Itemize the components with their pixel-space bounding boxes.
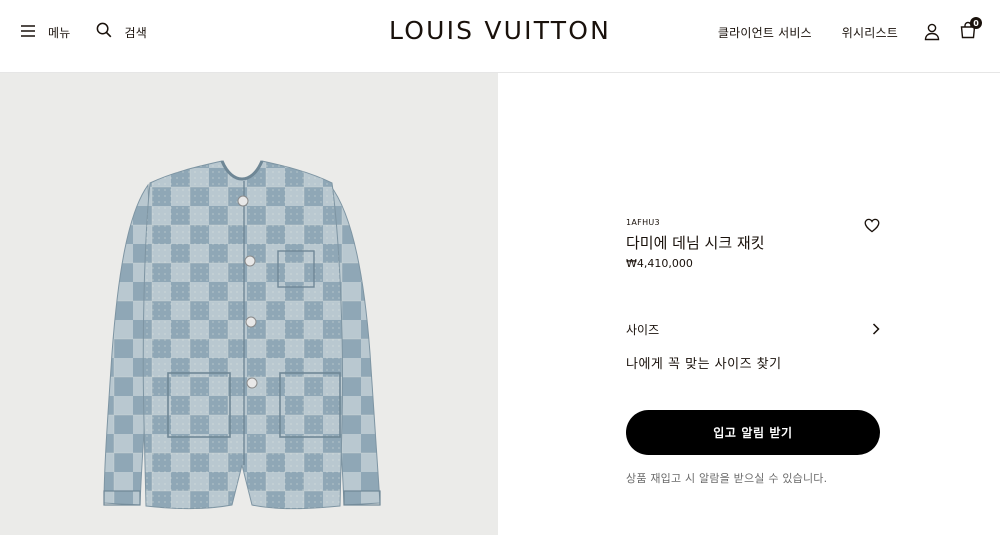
chevron-right-icon (872, 320, 880, 339)
heart-icon[interactable] (864, 218, 880, 237)
wishlist-link[interactable]: 위시리스트 (842, 24, 898, 41)
size-selector[interactable]: 사이즈 (626, 320, 880, 338)
header-right: 클라이언트 서비스 위시리스트 0 (718, 17, 982, 44)
restock-notice-text: 상품 재입고 시 알람을 받으실 수 있습니다. (626, 472, 828, 485)
size-guide-link[interactable]: 나에게 꼭 맞는 사이즈 찾기 (626, 353, 782, 372)
restock-notify-button[interactable]: 입고 알림 받기 (626, 410, 880, 455)
size-label: 사이즈 (626, 322, 660, 337)
product-info: 1AFHU3 다미에 데님 시크 재킷 ₩4,410,000 (626, 218, 880, 270)
search-icon (96, 22, 112, 42)
product-sku: 1AFHU3 (626, 218, 660, 227)
menu-button[interactable]: 메뉴 (20, 23, 70, 42)
menu-icon (20, 23, 36, 42)
product-image-jacket (103, 160, 381, 510)
product-price: ₩4,410,000 (626, 257, 693, 270)
menu-label: 메뉴 (48, 25, 71, 40)
brand-logo[interactable]: LOUIS VUITTON (389, 16, 611, 45)
bag-count-badge: 0 (970, 17, 982, 29)
search-label: 검색 (124, 25, 147, 40)
search-button[interactable]: 검색 (96, 22, 147, 42)
product-title-row: 다미에 데님 시크 재킷 (626, 233, 880, 253)
header-left: 메뉴 검색 (20, 22, 147, 42)
client-service-link[interactable]: 클라이언트 서비스 (718, 24, 812, 41)
site-header: 메뉴 검색 LOUIS VUITTON 클라이언트 서비스 위시리스트 0 (0, 0, 1000, 73)
product-title: 다미에 데님 시크 재킷 (626, 234, 765, 252)
account-icon[interactable] (924, 23, 940, 41)
shopping-bag-button[interactable]: 0 (960, 17, 982, 43)
product-image-panel (0, 73, 498, 535)
